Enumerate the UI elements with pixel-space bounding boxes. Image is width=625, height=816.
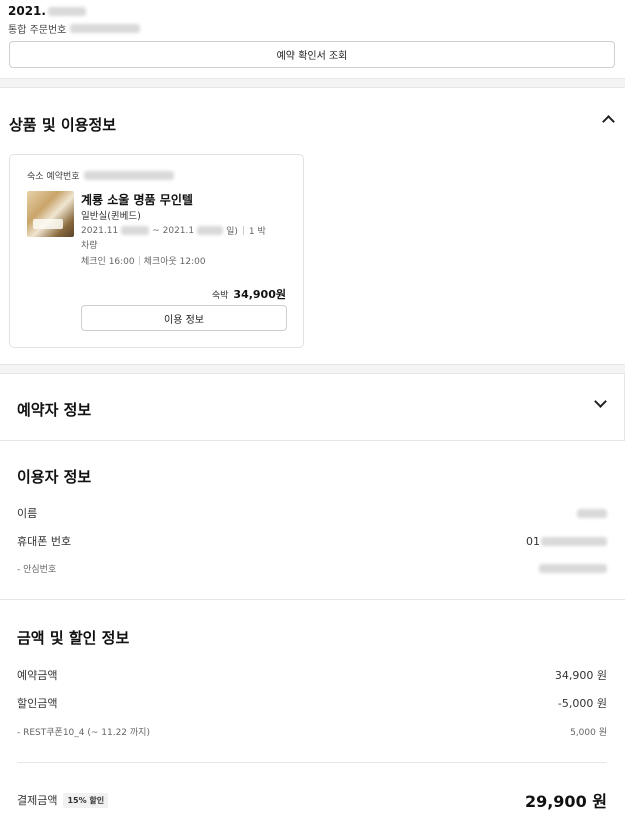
order-header: 2021. 통합 주문번호 — [8, 4, 615, 36]
total-amount: 29,900 원 — [524, 792, 607, 811]
coupon-amount: 5,000 원 — [570, 728, 607, 738]
divider — [242, 226, 244, 235]
user-name-row: 이름 — [17, 505, 607, 521]
redacted-user-name — [577, 508, 607, 518]
safe-number-row: - 안심번호 — [17, 562, 607, 575]
price-label: 숙박 — [211, 291, 229, 301]
chevron-up-icon[interactable] — [602, 115, 615, 128]
product-section-title: 상품 및 이용정보 — [9, 116, 117, 134]
booking-amount-label: 예약금액 — [17, 669, 58, 682]
stay-dates: 2021.11 ~ 2021.1 일) 1 박 — [81, 224, 266, 238]
checkin-date: 2021.11 — [81, 225, 119, 236]
chevron-down-icon[interactable] — [594, 395, 607, 408]
discount-label: 할인금액 — [17, 697, 58, 710]
redacted-order-number — [70, 24, 141, 33]
room-thumbnail[interactable] — [27, 191, 74, 237]
discount-amount-row: 할인금액 -5,000 원 — [17, 695, 607, 711]
booker-section[interactable]: 예약자 정보 — [0, 374, 625, 441]
order-number: 통합 주문번호 — [8, 21, 615, 36]
divider — [0, 599, 625, 600]
booking-amount: 34,900 원 — [554, 669, 607, 682]
booking-amount-row: 예약금액 34,900 원 — [17, 667, 607, 683]
checkout-time: 체크아웃 12:00 — [143, 257, 206, 267]
user-name-label: 이름 — [17, 507, 38, 520]
redacted-date — [47, 6, 86, 16]
discount-badge: 15% 할인 — [63, 792, 109, 808]
product-card: 숙소 예약번호 계룡 소울 명품 무인텔 일반실(퀸베드) 2021.11 ~ … — [9, 154, 304, 348]
section-divider — [0, 78, 625, 88]
reservation-number-label: 숙소 예약번호 — [27, 172, 80, 182]
redacted-reservation-number — [83, 171, 174, 180]
user-phone-value: 01 — [526, 535, 607, 548]
total-label-group: 결제금액 15% 할인 — [17, 792, 109, 808]
lodging-price: 숙박 34,900원 — [212, 286, 286, 302]
divider — [138, 256, 140, 265]
safe-number-label: - 안심번호 — [17, 565, 57, 575]
order-date: 2021. — [8, 4, 615, 18]
price-amount: 34,900원 — [233, 288, 286, 301]
use-info-button[interactable]: 이용 정보 — [81, 305, 287, 331]
phone-prefix: 01 — [526, 534, 540, 548]
checkin-checkout: 체크인 16:00 체크아웃 12:00 — [81, 254, 206, 267]
date-close: 일) — [226, 227, 238, 237]
room-type: 일반실(퀸베드) — [81, 211, 141, 222]
nights: 1 박 — [248, 227, 266, 237]
total-label: 결제금액 — [17, 794, 58, 807]
user-phone-row: 휴대폰 번호 01 — [17, 533, 607, 549]
order-number-label: 통합 주문번호 — [8, 25, 67, 36]
coupon-label: - REST쿠폰10_4 (~ 11.22 까지) — [17, 728, 150, 738]
vehicle: 차량 — [81, 241, 98, 251]
redacted-safe-number — [539, 564, 607, 573]
amount-section-title: 금액 및 할인 정보 — [17, 629, 130, 647]
redacted-phone — [541, 536, 607, 546]
redacted-checkout-date — [197, 226, 224, 235]
reservation-number: 숙소 예약번호 — [27, 169, 174, 182]
discount-amount: -5,000 원 — [557, 697, 607, 710]
total-amount-row: 결제금액 15% 할인 29,900 원 — [17, 788, 607, 812]
checkin-time: 체크인 16:00 — [81, 257, 135, 267]
redacted-checkin-date — [121, 226, 150, 235]
checkout-date: ~ 2021.1 — [152, 225, 195, 236]
receipt-view-button[interactable]: 예약 확인서 조회 — [9, 41, 615, 68]
coupon-row: - REST쿠폰10_4 (~ 11.22 까지) 5,000 원 — [17, 725, 607, 738]
hotel-name[interactable]: 계룡 소울 명품 무인텔 — [81, 191, 193, 208]
booker-section-title: 예약자 정보 — [17, 401, 92, 419]
user-section-title: 이용자 정보 — [17, 468, 92, 486]
divider — [17, 762, 607, 763]
section-divider — [0, 364, 625, 374]
order-date-text: 2021. — [8, 4, 46, 18]
user-phone-label: 휴대폰 번호 — [17, 535, 72, 548]
